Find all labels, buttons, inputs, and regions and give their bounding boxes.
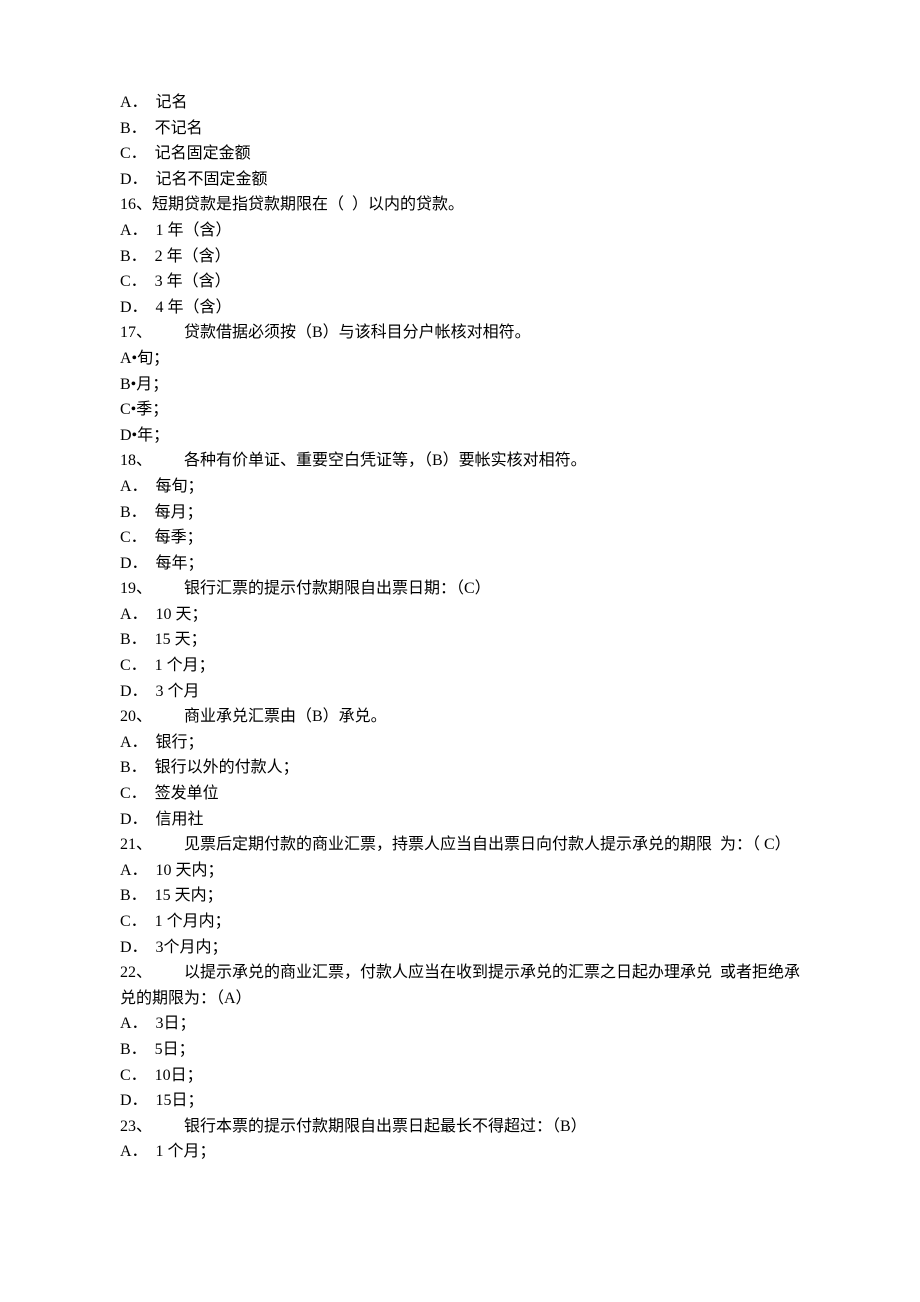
text-line: D． 信用社 [120,807,800,833]
text-line: A． 10 天； [120,602,800,628]
text-line: 20、 商业承兑汇票由（B）承兑。 [120,704,800,730]
text-line: C． 记名固定金额 [120,141,800,167]
text-line: D． 记名不固定金额 [120,167,800,193]
document-body: A． 记名B． 不记名C． 记名固定金额D． 记名不固定金额16、短期贷款是指贷… [120,90,800,1165]
text-line: B． 15 天内； [120,883,800,909]
text-line: A． 1 个月； [120,1139,800,1165]
text-line: D． 每年； [120,551,800,577]
text-line: 23、 银行本票的提示付款期限自出票日起最长不得超过：（B） [120,1114,800,1140]
text-line: A． 10 天内； [120,858,800,884]
text-line: D． 3 个月 [120,679,800,705]
text-line: B． 银行以外的付款人； [120,755,800,781]
text-line: D． 4 年（含） [120,295,800,321]
text-line: D•年； [120,423,800,449]
text-line: B． 2 年（含） [120,244,800,270]
text-line: A． 3日； [120,1011,800,1037]
text-line: B•月； [120,372,800,398]
text-line: 17、 贷款借据必须按（B）与该科目分户帐核对相符。 [120,320,800,346]
text-line: A． 每旬； [120,474,800,500]
text-line: A． 1 年（含） [120,218,800,244]
text-line: C． 签发单位 [120,781,800,807]
text-line: D． 15日； [120,1088,800,1114]
text-line: 22、 以提示承兑的商业汇票，付款人应当在收到提示承兑的汇票之日起办理承兑 或者… [120,960,800,1011]
text-line: 21、 见票后定期付款的商业汇票，持票人应当自出票日向付款人提示承兑的期限 为：… [120,832,800,858]
text-line: D． 3个月内； [120,935,800,961]
text-line: B． 15 天； [120,627,800,653]
text-line: B． 每月； [120,500,800,526]
text-line: C． 1 个月； [120,653,800,679]
text-line: C． 3 年（含） [120,269,800,295]
text-line: C． 每季； [120,525,800,551]
text-line: B． 不记名 [120,116,800,142]
text-line: C． 10日； [120,1063,800,1089]
text-line: A•旬； [120,346,800,372]
text-line: C． 1 个月内； [120,909,800,935]
text-line: B． 5日； [120,1037,800,1063]
text-line: A． 银行； [120,730,800,756]
text-line: C•季； [120,397,800,423]
text-line: A． 记名 [120,90,800,116]
text-line: 16、短期贷款是指贷款期限在（ ）以内的贷款。 [120,192,800,218]
text-line: 18、 各种有价单证、重要空白凭证等，（B）要帐实核对相符。 [120,448,800,474]
text-line: 19、 银行汇票的提示付款期限自出票日期：（C） [120,576,800,602]
